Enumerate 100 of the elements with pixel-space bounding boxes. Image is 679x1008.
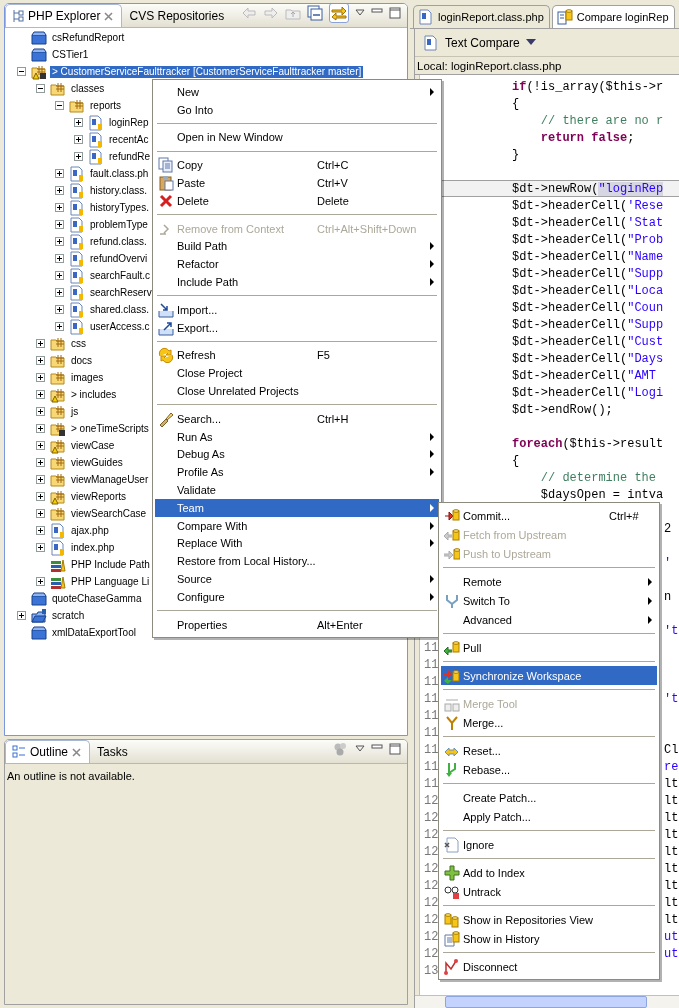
expand-toggle[interactable] xyxy=(35,84,45,93)
view-menu-icon[interactable] xyxy=(355,9,365,17)
menu-item[interactable]: Copy Ctrl+C xyxy=(155,156,439,175)
expand-toggle[interactable] xyxy=(35,356,45,365)
expand-toggle[interactable] xyxy=(16,67,26,76)
menu-item[interactable]: Restore from Local History... xyxy=(155,552,439,571)
tree-item[interactable]: historyTypes. xyxy=(88,201,151,214)
menu-item[interactable]: Configure xyxy=(155,587,439,606)
tree-item[interactable]: viewSearchCase xyxy=(69,507,149,520)
menu-item[interactable]: Export... xyxy=(155,318,439,337)
tree-item[interactable]: > oneTimeScripts xyxy=(69,422,151,435)
tree-item[interactable]: xmlDataExportTool xyxy=(50,626,138,639)
tree-item[interactable]: viewReports xyxy=(69,490,129,503)
tree-item[interactable]: history.class. xyxy=(88,184,150,197)
editor-tab[interactable]: loginReport.class.php xyxy=(413,5,550,28)
tree-item[interactable]: docs xyxy=(69,354,95,367)
menu-item[interactable]: Profile As xyxy=(155,463,439,482)
expand-toggle[interactable] xyxy=(35,407,45,416)
tree-item[interactable]: scratch xyxy=(50,609,87,622)
expand-toggle[interactable] xyxy=(16,611,26,620)
expand-toggle[interactable] xyxy=(35,475,45,484)
menu-item[interactable]: Apply Patch... xyxy=(441,807,657,826)
menu-item[interactable]: Compare With xyxy=(155,516,439,535)
expand-toggle[interactable] xyxy=(54,322,64,331)
expand-toggle[interactable] xyxy=(54,186,64,195)
dropdown-caret-icon[interactable] xyxy=(525,39,536,46)
expand-toggle[interactable] xyxy=(35,373,45,382)
menu-item[interactable]: Rebase... xyxy=(441,760,657,779)
link-with-editor-button[interactable] xyxy=(329,4,349,23)
menu-item[interactable]: Add to Index xyxy=(441,863,657,882)
tree-item[interactable]: searchFault.c xyxy=(88,269,153,282)
menu-item[interactable]: Replace With xyxy=(155,534,439,553)
menu-item[interactable]: Reset... xyxy=(441,741,657,760)
menu-item[interactable]: New xyxy=(155,83,439,101)
expand-toggle[interactable] xyxy=(35,526,45,535)
tree-item[interactable]: recentAc xyxy=(107,133,151,146)
tree-item[interactable]: css xyxy=(69,337,88,350)
expand-toggle[interactable] xyxy=(35,509,45,518)
tree-item[interactable]: CSTier1 xyxy=(50,48,91,61)
expand-toggle[interactable] xyxy=(54,254,64,263)
menu-item[interactable]: Show in Repositories View xyxy=(441,910,657,929)
expand-toggle[interactable] xyxy=(54,203,64,212)
menu-item[interactable]: Untrack xyxy=(441,882,657,901)
tree-item[interactable]: csRefundReport xyxy=(50,31,127,44)
view-menu-icon[interactable] xyxy=(355,745,365,753)
scrollbar-thumb[interactable] xyxy=(445,996,647,1008)
menu-item[interactable]: Search... Ctrl+H xyxy=(155,409,439,428)
menu-item[interactable]: Remote xyxy=(441,572,657,591)
menu-item[interactable]: Refresh F5 xyxy=(155,346,439,365)
menu-item[interactable]: Go Into xyxy=(155,100,439,119)
expand-toggle[interactable] xyxy=(73,118,83,127)
tree-item[interactable]: viewGuides xyxy=(69,456,125,469)
tree-item[interactable]: js xyxy=(69,405,81,418)
menu-item[interactable]: Properties Alt+Enter xyxy=(155,615,439,634)
menu-item[interactable]: Merge... xyxy=(441,713,657,732)
menu-item[interactable]: Validate xyxy=(155,481,439,499)
menu-item[interactable]: Pull xyxy=(441,638,657,657)
tree-item[interactable]: refundOvervi xyxy=(88,252,150,265)
expand-toggle[interactable] xyxy=(54,288,64,297)
tree-item[interactable]: viewCase xyxy=(69,439,117,452)
menu-item[interactable]: Team xyxy=(155,498,439,517)
menu-item[interactable]: Ignore xyxy=(441,835,657,854)
expand-toggle[interactable] xyxy=(54,305,64,314)
expand-toggle[interactable] xyxy=(35,492,45,501)
tree-item[interactable]: reports xyxy=(88,99,124,112)
tree-item[interactable]: > includes xyxy=(69,388,119,401)
menu-item[interactable]: Switch To xyxy=(441,591,657,610)
expand-toggle[interactable] xyxy=(73,135,83,144)
tree-item[interactable]: > CustomerServiceFaulttracker [CustomerServiceFaulttracker master] xyxy=(50,65,364,78)
tree-item[interactable]: PHP Language Li xyxy=(69,575,152,588)
collapse-all-icon[interactable] xyxy=(307,5,323,21)
tree-item[interactable]: loginRep xyxy=(107,116,151,129)
menu-item[interactable]: Run As xyxy=(155,427,439,446)
tree-item[interactable]: PHP Include Path xyxy=(69,558,152,571)
expand-toggle[interactable] xyxy=(35,458,45,467)
menu-item[interactable]: Open in New Window xyxy=(155,128,439,147)
menu-item[interactable]: Build Path xyxy=(155,237,439,256)
tree-item[interactable]: quoteChaseGamma xyxy=(50,592,144,605)
expand-toggle[interactable] xyxy=(35,441,45,450)
menu-item[interactable]: Close Project xyxy=(155,364,439,383)
tree-item[interactable]: classes xyxy=(69,82,107,95)
tree-item[interactable]: refund.class. xyxy=(88,235,149,248)
view-tab[interactable]: Outline xyxy=(5,740,91,763)
tree-item[interactable]: images xyxy=(69,371,106,384)
expand-toggle[interactable] xyxy=(54,220,64,229)
menu-item[interactable]: Commit... Ctrl+# xyxy=(441,506,657,525)
close-icon[interactable] xyxy=(104,11,114,21)
expand-toggle[interactable] xyxy=(54,271,64,280)
menu-item[interactable]: Create Patch... xyxy=(441,788,657,807)
menu-item[interactable]: Advanced xyxy=(441,610,657,629)
menu-item[interactable]: Delete Delete xyxy=(155,192,439,210)
expand-toggle[interactable] xyxy=(35,577,45,586)
expand-toggle[interactable] xyxy=(54,237,64,246)
tree-item[interactable]: searchReserv xyxy=(88,286,154,299)
view-tab[interactable]: Tasks xyxy=(90,740,137,763)
expand-toggle[interactable] xyxy=(35,339,45,348)
tree-item[interactable]: ajax.php xyxy=(69,524,111,537)
tree-item[interactable]: viewManageUser xyxy=(69,473,151,486)
expand-toggle[interactable] xyxy=(73,152,83,161)
menu-item[interactable]: Show in History xyxy=(441,929,657,948)
